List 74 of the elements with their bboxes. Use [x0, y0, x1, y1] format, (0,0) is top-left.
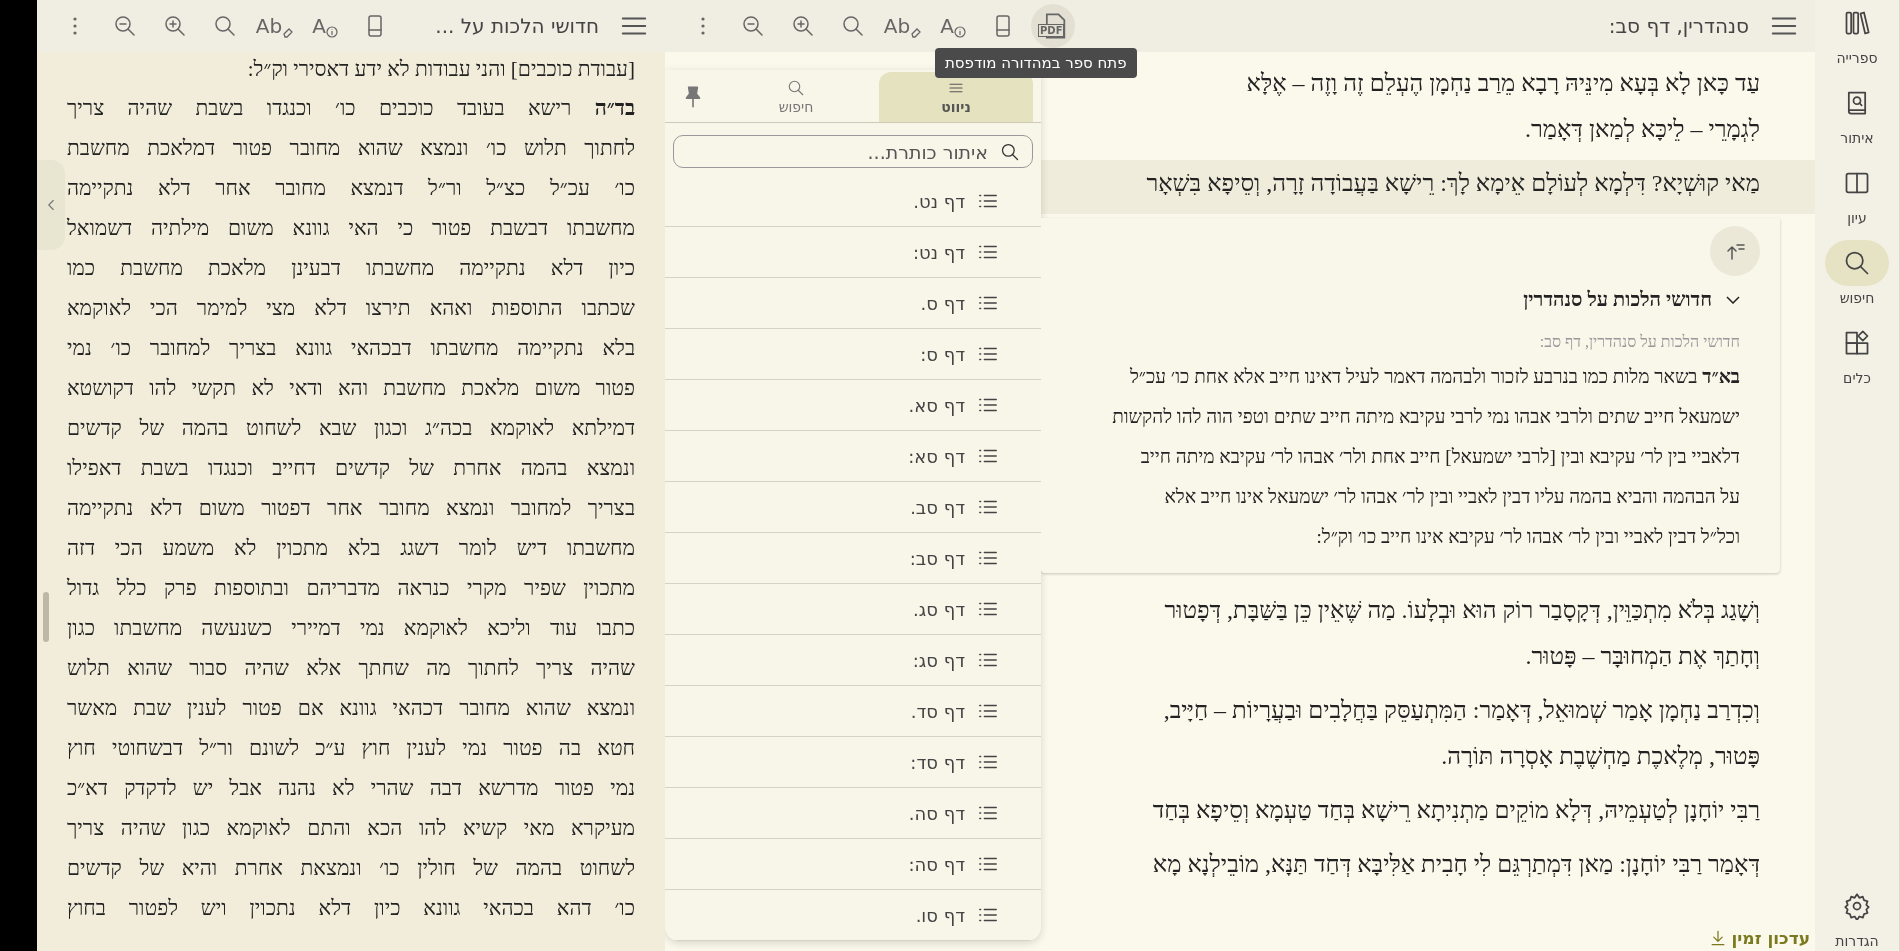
text-line: פטור משום מלאכת מחשבת והא ודאי לא תקשי להו דקושטא [67, 375, 635, 402]
zoom-out-icon [741, 14, 765, 38]
text-line: נמי פטור מדרשא דבה שהרי לא נהנה אבל יש לדקדק דא״כ [67, 775, 635, 802]
book-title: חדושי הלכות על ... [435, 14, 599, 38]
passage-text: לִגְמָרֵי – לֵיכָּא לְמַאן דְּאָמַר. [1524, 115, 1760, 144]
scroll-to-top-button[interactable] [1710, 226, 1760, 276]
zoom-in-icon [163, 14, 187, 38]
search-box[interactable]: איתור כותרת... [673, 135, 1033, 168]
zoom-out-icon [113, 14, 137, 38]
text-line: מתכוין שפיר מקרי כנראה מדבריהם ובתוספות פרק כלל גדול [67, 575, 635, 602]
text-line: בצריך למחובר ונמצא מחובר אחר דפטור משום דלא נתקיימה [67, 495, 635, 522]
clear-format-button[interactable]: Ab [881, 4, 925, 48]
settings-icon [1843, 892, 1871, 920]
sidebar-item[interactable]: ספרייה [1825, 0, 1889, 66]
text-line: מחשבתו דיש לומר דשגג בלא מתכוין לא משמע הכי דזה [67, 535, 635, 562]
chevron-down-icon [1726, 295, 1740, 304]
book-title: סנהדרין, דף סב: [1608, 14, 1749, 38]
sidebar-item[interactable]: עיון [1825, 160, 1889, 226]
commentary-text: על הבהמה והביא בהמה עליו דבין לאביי ובין לר׳ אבהו לר׳ ישמעאל אינו חייב אלא [1163, 485, 1740, 509]
text-line: כיון דלא נתקיימה מחשבתו דבעינן מלאכת מחשבת כמו [67, 255, 635, 282]
text-line: חטא בה פטור נמי לענין חוץ ע״כ לשונם ור״ל דבשחוטי חוץ [67, 735, 635, 762]
panel-tab[interactable]: חיפוש [719, 72, 873, 122]
text-line: כתבו עוד וליכא לאוקמא נמי דמיירי כשנעשה מחשבתו כגון [67, 615, 635, 642]
text-line: ונמצא שהוא מחובר דכהאי גוונא אם פטור לענין שבת מאשר [67, 695, 635, 722]
passage-text: וְחָתַךְ אֶת הַמְחוּבָּר – פָּטוּר. [1525, 642, 1760, 671]
collapse-handle[interactable] [37, 160, 65, 250]
passage-text: וְכִדְרַב נַחְמָן אָמַר שְׁמוּאֵל, דְּאָמַר: הַמִּתְעַסֵּק בַּחֲלָבִים וּבַעֲרָיוֹת – חַיָּיב, [1163, 696, 1760, 725]
commentary-text: וכל״ל דבין לאביי ובין לר׳ אבהו לר׳ עקיבא אינו חייב כו׳ וק״ל: [1315, 525, 1740, 549]
scrollbar-thumb[interactable] [43, 592, 49, 642]
search-icon [213, 14, 237, 38]
text-line: דמילתא לאוקמא בכה״ג וכגון שבא לשחוט בהמה של קדשים [67, 415, 635, 442]
widgets-icon [1843, 329, 1871, 357]
text-line: בלא נתקיימה מחשבתו דבכהאי גוונא בצריך למחובר כו׳ נמי [67, 335, 635, 362]
sidebar-item[interactable]: איתור [1825, 80, 1889, 146]
search-icon [787, 79, 805, 97]
pdf-button[interactable]: PDF [1031, 4, 1075, 48]
clear-format-button[interactable]: Ab [253, 4, 297, 48]
tooltip: פתח ספר במהדורה מודפסת [935, 48, 1137, 78]
font-info-button[interactable]: A [931, 4, 975, 48]
search-icon [841, 14, 865, 38]
commentary-text: ישמעאל חייב שתים ולרבי אבהו נמי לרבי עקיבא מיתה חייב שתים וטפי הוה להו להקשות [1111, 405, 1740, 429]
books-icon [1843, 9, 1871, 37]
text-line: שכתבו התוספות ואהא תירצו דלא מצי למימר הכי לאוקמא [67, 295, 635, 322]
text-line: מחשבתו דבשבת פטור כי האי גוונא משום מילתיה דשמואל [67, 215, 635, 242]
commentary-text: בא״ד בשאר מלות כמו בנרבע לזכור ולבהמה דאמר לעיל דאינו חייב אלא אחת כו׳ עכ״ל [1128, 365, 1740, 389]
text-line: שהיה צריך לחתוך מה שחתך אלא שהיה סבור שהוא תלוש [67, 655, 635, 682]
passage-text: דְּאָמַר רַבִּי יוֹחָנָן: מַאן דִּמְתַרְגֵּם לִי חָבִית אַלִּיבָּא דְּחַד תַּנָּא, מוֹבֵילְנָא מָא [1152, 850, 1760, 879]
text-line: מעיקרא מאי קשיא להו הכא והתם לאוקמא כגון שהיה צריך [67, 815, 635, 842]
passage-text: רַבִּי יוֹחָנָן לְטַעְמֵיהּ, דְּלָא מוֹקֵים מַתְנִיתָא רֵישָׁא בְּחַד טַעְמָא וְסֵיפָא בְּחַד [1152, 796, 1760, 825]
zoom-in-icon [791, 14, 815, 38]
text-line: בד״ה רישא בעובד כוכבים כו׳ וכנגדו בשבת שהיה צריך [67, 95, 635, 122]
text-line: לשחוט בהמה של חולין כו׳ ונמצאת אחרת והיא של קדשים [67, 855, 635, 882]
search-icon [1843, 249, 1871, 277]
settings-button[interactable]: הגדרות [1825, 883, 1889, 949]
panel-tab[interactable]: ניווט [879, 72, 1033, 122]
commentary-heading[interactable]: חדושי הלכות על סנהדרין [1523, 288, 1712, 311]
passage-text: וְשָׁגַג בְּלֹא מִתְכַּוֵּין, דְּקָסָבַר רוֹק הוּא וּבְלָעוֹ. מַה שֶּׁאֵין כֵּן בַּשַּׁבָּת, דְּפָטוּר [1164, 596, 1760, 625]
text-line: לחתוך תלוש כו׳ ונמצא שהוא מחובר פטור דמלאכת מחשבת [67, 135, 635, 162]
sidebar-item[interactable]: כלים [1825, 320, 1889, 386]
text-line: ונמצא בהמה אחרת של קדשים דחייב וכנגדו בשבת דאפילו [67, 455, 635, 482]
commentary-source: חדושי הלכות על סנהדרין, דף סב: [1538, 333, 1740, 351]
search-icon [1000, 141, 1020, 162]
update-notice[interactable]: עדכון זמין [1707, 928, 1810, 948]
text-line: [עבודת כוכבים] והני עבודות לא ידע דאסירי וק״ל: [247, 56, 635, 83]
font-info-button[interactable]: A [303, 4, 347, 48]
text-line: כו׳ עכ״ל כצ״ל ור״ל דנמצא מחובר אחר דלא נתקיימה [67, 175, 635, 202]
passage-text: פָּטוּר, מְלֶאכֶת מַחְשֶׁבֶת אָסְרָה תּוֹרָה. [1441, 742, 1760, 771]
passage-text: מַאי קוּשְׁיָא? דִּלְמָא לְעוֹלָם אֵימָא לָךְ: רֵישָׁא בַּעֲבוֹדָה זָרָה, וְסֵיפָא בִּשְׁאָר [1146, 169, 1760, 198]
more-icon [701, 16, 705, 36]
commentary-text: דלאביי בין לר׳ עקיבא ובין [לרבי ישמעאל] חייב אחת ולר׳ אבהו לר׳ עקיבא מיתה חייב [1139, 445, 1740, 469]
passage-text: עַד כָּאן לָא בְּעָא מִינֵּיהּ רָבָא מֵרַב נַחְמָן הֶעְלֵם זֶה וָזֶה – אֶלָּא [1246, 69, 1760, 98]
text-line: כו׳ דהא בכהאי גוונא כיון דלא נתכוין ויש לפטור בחוץ [67, 895, 635, 922]
more-icon [73, 16, 77, 36]
search-field[interactable]: איתור כותרת... [686, 139, 990, 164]
